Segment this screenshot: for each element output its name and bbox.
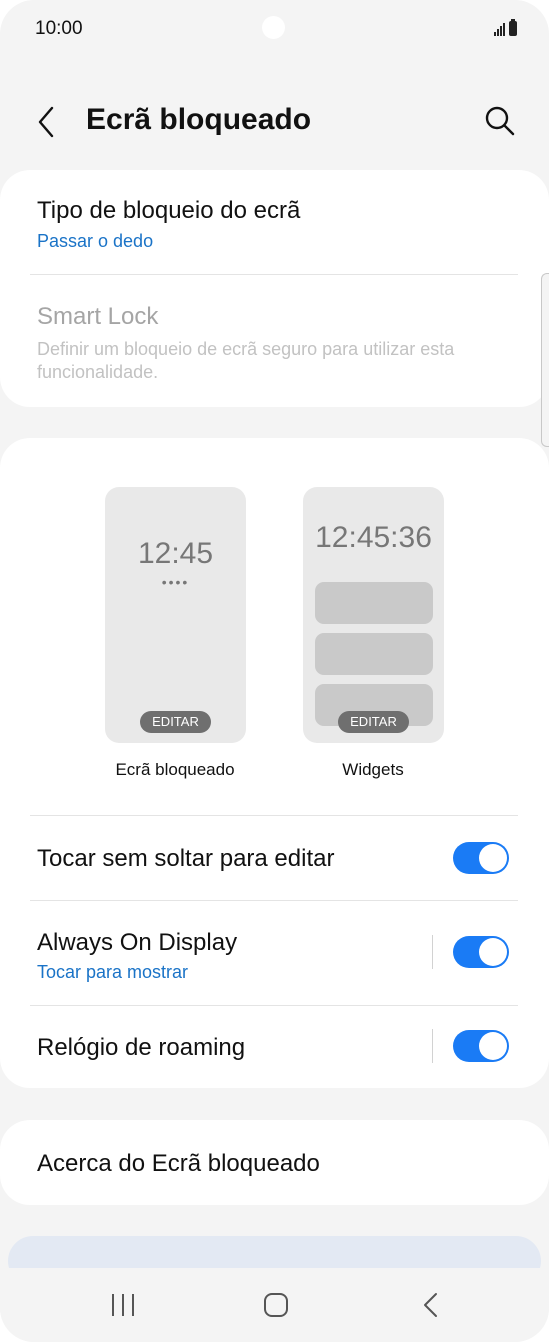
toggle-knob (479, 844, 507, 872)
scroll-indicator[interactable] (541, 273, 549, 447)
smart-lock-title: Smart Lock (37, 303, 159, 330)
home-button[interactable] (256, 1288, 296, 1322)
widgets-preview[interactable]: 12:45:36 EDITAR (303, 487, 444, 743)
aod-label: Always On Display (37, 929, 238, 956)
phone-screen: 10:00 Ecrã bloqueado Tipo de bloqueio do… (0, 0, 549, 1342)
lock-screen-label: Ecrã bloqueado (115, 760, 235, 779)
vertical-separator (432, 1029, 433, 1063)
touch-hold-row[interactable]: Tocar sem soltar para editar (0, 816, 549, 900)
widgets-label: Widgets (342, 760, 404, 779)
home-icon (264, 1293, 288, 1317)
lock-settings-card: Tipo de bloqueio do ecrã Passar o dedo S… (0, 170, 549, 407)
about-label: Acerca do Ecrã bloqueado (37, 1150, 320, 1177)
smart-lock-description: Definir um bloqueio de ecrã seguro para … (37, 339, 455, 382)
preview-clock: 12:45 (137, 537, 214, 570)
page-title: Ecrã bloqueado (86, 103, 312, 136)
status-icons (494, 19, 517, 36)
about-card[interactable]: Acerca do Ecrã bloqueado (0, 1120, 549, 1205)
roaming-clock-toggle[interactable] (453, 1030, 509, 1062)
roaming-clock-label: Relógio de roaming (37, 1034, 246, 1061)
back-icon (424, 1293, 437, 1317)
search-button[interactable] (482, 103, 518, 139)
smart-lock-row: Smart Lock Definir um bloqueio de ecrã s… (0, 275, 549, 405)
recents-button[interactable] (103, 1288, 143, 1322)
lock-screen-preview[interactable]: 12:45 •••• EDITAR (105, 487, 246, 743)
navigation-bar (0, 1268, 549, 1342)
vertical-separator (432, 935, 433, 969)
chevron-left-icon (38, 106, 54, 138)
pin-dots: •••• (161, 574, 190, 590)
touch-hold-label: Tocar sem soltar para editar (37, 845, 335, 872)
touch-hold-toggle[interactable] (453, 842, 509, 874)
widgets-clock: 12:45:36 (315, 521, 432, 554)
lock-type-row[interactable]: Tipo de bloqueio do ecrã Passar o dedo (0, 170, 549, 274)
toggle-knob (479, 938, 507, 966)
lock-type-title: Tipo de bloqueio do ecrã (37, 197, 301, 224)
roaming-clock-row[interactable]: Relógio de roaming (0, 1006, 549, 1088)
recents-icon (112, 1294, 134, 1316)
edit-widgets-button[interactable]: EDITAR (338, 711, 409, 733)
edit-lock-screen-button[interactable]: EDITAR (140, 711, 211, 733)
aod-sub: Tocar para mostrar (37, 962, 189, 982)
search-icon (485, 106, 515, 136)
signal-icon (494, 23, 505, 36)
nav-back-button[interactable] (411, 1288, 451, 1322)
toggle-knob (479, 1032, 507, 1060)
lock-screen-card: 12:45 •••• EDITAR Ecrã bloqueado 12:45:3… (0, 438, 549, 1088)
back-button[interactable] (30, 102, 66, 142)
aod-row[interactable]: Always On Display Tocar para mostrar (0, 901, 549, 1005)
widget-placeholder (315, 582, 433, 624)
status-time: 10:00 (35, 18, 83, 39)
lock-type-value: Passar o dedo (37, 231, 154, 251)
aod-toggle[interactable] (453, 936, 509, 968)
widget-placeholder (315, 633, 433, 675)
battery-icon (509, 19, 517, 36)
camera-cutout (262, 16, 285, 39)
